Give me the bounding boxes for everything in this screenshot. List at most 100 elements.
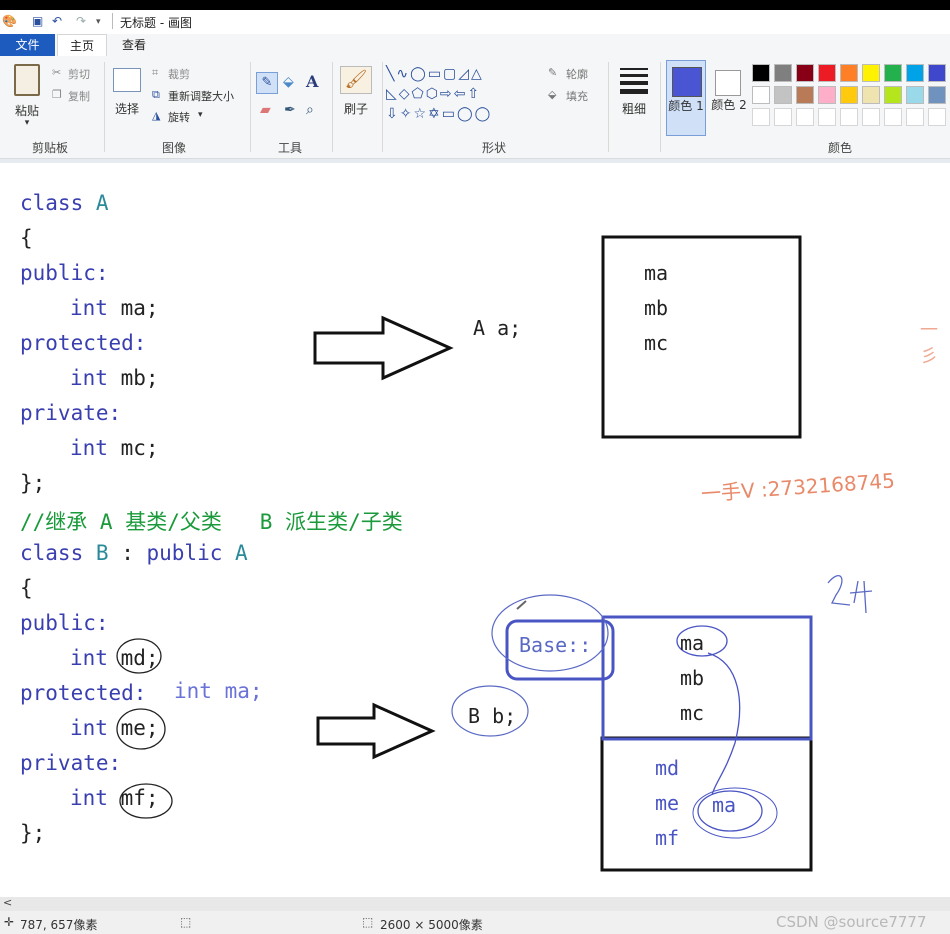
box-a-member: ma xyxy=(644,261,669,285)
group-separator xyxy=(382,62,383,152)
copy-icon: ❐ xyxy=(52,88,62,101)
fill-icon: ⬙ xyxy=(548,88,557,101)
brush-button[interactable]: 🖌 刷子 xyxy=(338,64,374,134)
tab-file[interactable]: 文件 xyxy=(0,34,55,56)
resize-icon: ⧉ xyxy=(152,88,160,101)
palette-color-swatch[interactable] xyxy=(796,64,814,82)
circle-mark xyxy=(116,708,166,750)
palette-color-swatch[interactable] xyxy=(840,108,858,126)
window-title: 无标题 - 画图 xyxy=(120,16,192,30)
palette-color-swatch[interactable] xyxy=(862,108,880,126)
group-separator xyxy=(250,62,251,152)
box-a-member: mb xyxy=(644,296,669,320)
select-button[interactable]: 选择 xyxy=(110,64,144,134)
drawing-canvas[interactable]: class A { public: int ma; protected: int… xyxy=(0,159,950,901)
outline-icon: ✎ xyxy=(548,66,558,79)
outline-button[interactable]: 轮廓 xyxy=(566,66,588,82)
color2-label: 颜色 2 xyxy=(711,98,747,112)
palette-color-swatch[interactable] xyxy=(818,64,836,82)
group-separator xyxy=(608,62,609,152)
shapes-row-2: ◺◇⬠⬡⇨⇦⇧ xyxy=(386,86,482,102)
box-b-base-member: mb xyxy=(680,666,705,690)
crop-button[interactable]: 裁剪 xyxy=(168,66,190,82)
box-b-base-member: mc xyxy=(680,701,705,725)
text-tool-icon[interactable]: A xyxy=(306,72,318,91)
connector-line xyxy=(707,652,741,796)
box-b-base-member: ma xyxy=(680,631,705,655)
palette-color-swatch[interactable] xyxy=(884,64,902,82)
brush-icon: 🖌 xyxy=(340,66,372,94)
cursor-position: 787, 657像素 xyxy=(20,918,98,932)
color2-button[interactable]: 颜色 2 xyxy=(710,60,748,136)
save-icon[interactable]: ▣ xyxy=(32,14,43,28)
palette-color-swatch[interactable] xyxy=(862,86,880,104)
ribbon: 粘贴 ▾ ✂ 剪切 ❐ 复制 剪贴板 选择 ⌗ 裁剪 ⧉ 重新调整大小 ◮ 旋转… xyxy=(0,56,950,159)
color-picker-icon[interactable]: ✒ xyxy=(284,102,296,118)
paste-button[interactable]: 粘贴 ▾ xyxy=(8,62,46,132)
title-divider xyxy=(112,13,113,29)
shapes-group-label: 形状 xyxy=(482,141,507,155)
palette-color-swatch[interactable] xyxy=(884,86,902,104)
tools-group-label: 工具 xyxy=(278,141,303,155)
colors-group-label: 颜色 xyxy=(828,141,853,155)
fill-bucket-icon[interactable]: ⬙ xyxy=(283,74,294,90)
horizontal-scrollbar[interactable]: < xyxy=(0,896,950,911)
top-black-bar xyxy=(0,0,950,10)
arrow-right-icon xyxy=(313,315,454,381)
scissors-icon: ✂ xyxy=(52,66,62,79)
box-b-derived-member: me xyxy=(655,791,680,815)
undo-icon[interactable]: ↶ xyxy=(52,14,62,28)
magnifier-icon[interactable]: ⌕ xyxy=(306,102,314,118)
palette-color-swatch[interactable] xyxy=(906,108,924,126)
eraser-icon[interactable]: ▰ xyxy=(260,102,271,118)
palette-color-swatch[interactable] xyxy=(862,64,880,82)
group-separator xyxy=(332,62,333,152)
size-button[interactable]: 粗细 xyxy=(614,64,654,134)
canvas-size: 2600 × 5000像素 xyxy=(380,918,483,932)
palette-color-swatch[interactable] xyxy=(774,108,792,126)
paste-dropdown-icon: ▾ xyxy=(24,118,30,128)
pencil-tool[interactable]: ✎ xyxy=(256,72,278,94)
title-bar: 🎨 ▣ ↶ ↷ ▾ 无标题 - 画图 xyxy=(0,10,950,34)
selection-size-icon: ⬚ xyxy=(180,915,192,929)
color1-label: 颜色 1 xyxy=(668,99,704,113)
color2-swatch xyxy=(715,70,741,96)
palette-color-swatch[interactable] xyxy=(774,86,792,104)
palette-color-swatch[interactable] xyxy=(840,86,858,104)
drawing-layer xyxy=(116,235,873,872)
palette-color-swatch[interactable] xyxy=(774,64,792,82)
paint-app-icon: 🎨 xyxy=(2,14,17,28)
rotate-dropdown-icon: ▾ xyxy=(198,110,203,120)
rotate-button[interactable]: 旋转 xyxy=(168,109,190,125)
brush-label: 刷子 xyxy=(343,102,368,116)
palette-color-swatch[interactable] xyxy=(796,86,814,104)
color1-swatch xyxy=(672,67,702,97)
cut-label: 剪切 xyxy=(68,68,90,81)
select-rect-icon xyxy=(113,68,141,92)
palette-color-swatch[interactable] xyxy=(752,108,770,126)
palette-color-swatch[interactable] xyxy=(818,108,836,126)
scroll-left-icon[interactable]: < xyxy=(3,896,12,909)
resize-button[interactable]: 重新调整大小 xyxy=(168,88,234,104)
circle-mark xyxy=(119,783,173,819)
tab-home[interactable]: 主页 xyxy=(57,34,107,56)
fill-button[interactable]: 填充 xyxy=(566,88,588,104)
palette-color-swatch[interactable] xyxy=(752,86,770,104)
palette-color-swatch[interactable] xyxy=(906,86,924,104)
shapes-row-1: ╲∿◯▭▢◿△ xyxy=(386,66,484,82)
palette-color-swatch[interactable] xyxy=(818,86,836,104)
palette-color-swatch[interactable] xyxy=(928,108,946,126)
redo-icon[interactable]: ↷ xyxy=(76,14,86,28)
palette-color-swatch[interactable] xyxy=(928,86,946,104)
palette-color-swatch[interactable] xyxy=(796,108,814,126)
palette-color-swatch[interactable] xyxy=(906,64,924,82)
palette-color-swatch[interactable] xyxy=(928,64,946,82)
customize-toolbar-icon[interactable]: ▾ xyxy=(96,17,101,27)
palette-color-swatch[interactable] xyxy=(752,64,770,82)
palette-color-swatch[interactable] xyxy=(884,108,902,126)
tab-view[interactable]: 查看 xyxy=(110,34,158,56)
status-bar: ✛ 787, 657像素 ⬚ ⬚ 2600 × 5000像素 CSDN @sou… xyxy=(0,911,950,934)
color1-button[interactable]: 颜色 1 xyxy=(666,60,706,136)
shapes-gallery[interactable]: ╲∿◯▭▢◿△ ◺◇⬠⬡⇨⇦⇧ ⇩✧☆✡▭◯◯ xyxy=(386,64,542,126)
palette-color-swatch[interactable] xyxy=(840,64,858,82)
